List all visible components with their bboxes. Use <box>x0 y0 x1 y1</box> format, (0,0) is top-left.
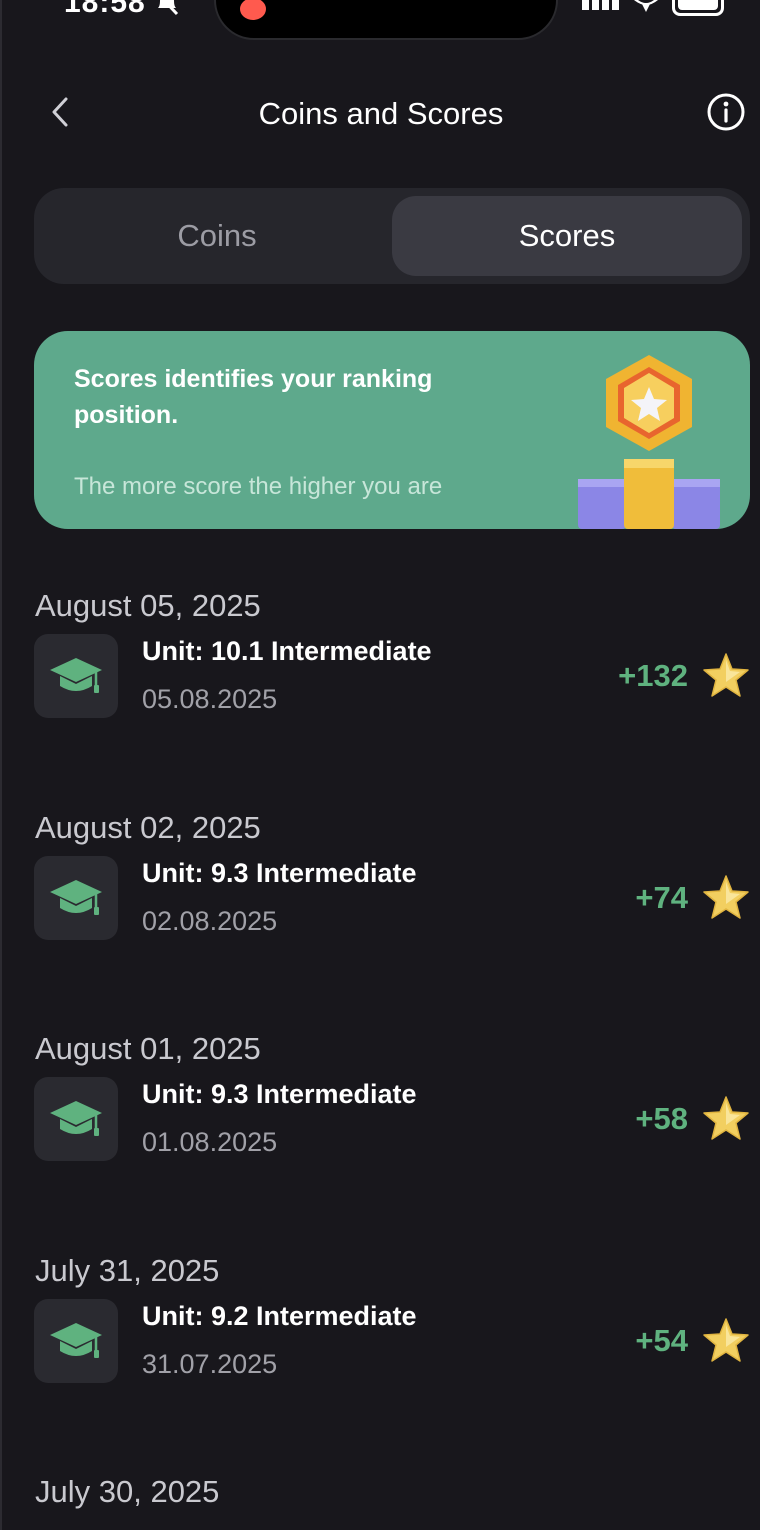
date-header: August 01, 2025 <box>35 1031 261 1066</box>
score-row[interactable]: Unit: 9.3 Intermediate 01.08.2025 +58 <box>2 1077 760 1161</box>
row-icon-box <box>34 856 118 940</box>
status-time: 18:58 <box>64 0 146 19</box>
banner-title: Scores identifies your ranking position. <box>74 365 433 429</box>
score-row[interactable]: Unit: 9.2 Intermediate 31.07.2025 +54 <box>2 1299 760 1383</box>
date-header: July 31, 2025 <box>35 1253 220 1288</box>
date-header: August 02, 2025 <box>35 810 261 845</box>
battery-icon <box>672 0 724 16</box>
info-icon[interactable] <box>706 92 746 132</box>
date-header: August 05, 2025 <box>35 588 261 623</box>
row-title: Unit: 9.3 Intermediate <box>142 1079 417 1109</box>
segmented-control: Coins Scores <box>34 188 750 284</box>
signal-icon <box>582 0 619 10</box>
row-icon-box <box>34 1077 118 1161</box>
podium-medal-illustration <box>578 355 720 529</box>
date-header: July 30, 2025 <box>35 1474 220 1509</box>
row-icon-box <box>34 1299 118 1383</box>
row-date: 01.08.2025 <box>142 1127 278 1157</box>
row-date: 05.08.2025 <box>142 684 278 714</box>
status-bar: 18:58 <box>2 0 760 40</box>
tab-scores[interactable]: Scores <box>392 196 742 276</box>
row-date: 31.07.2025 <box>142 1349 278 1379</box>
star-icon <box>703 875 749 919</box>
scores-info-banner: Scores identifies your ranking position.… <box>34 331 750 529</box>
score-value: +58 <box>635 1101 688 1136</box>
score-value: +74 <box>635 880 688 915</box>
row-title: Unit: 9.2 Intermediate <box>142 1301 417 1331</box>
score-value: +132 <box>618 658 688 693</box>
wifi-icon <box>634 0 658 12</box>
bell-muted-icon <box>158 0 179 16</box>
score-row[interactable]: Unit: 9.3 Intermediate 02.08.2025 +74 <box>2 856 760 940</box>
row-title: Unit: 9.3 Intermediate <box>142 858 417 888</box>
star-icon <box>703 1096 749 1140</box>
score-value: +54 <box>635 1323 688 1358</box>
nav-header: Coins and Scores <box>2 80 760 148</box>
screen: 18:58 Coins and Scores Coins Scores Scor… <box>0 0 760 1530</box>
star-icon <box>703 1318 749 1362</box>
dynamic-island <box>214 0 558 40</box>
tab-coins[interactable]: Coins <box>42 196 392 276</box>
banner-subtitle: The more score the higher you are <box>74 473 443 500</box>
score-row[interactable]: Unit: 10.1 Intermediate 05.08.2025 +132 <box>2 634 760 718</box>
row-icon-box <box>34 634 118 718</box>
graduation-cap-icon <box>50 658 102 693</box>
graduation-cap-icon <box>50 1323 102 1358</box>
page-title: Coins and Scores <box>258 96 504 131</box>
row-date: 02.08.2025 <box>142 906 278 936</box>
recording-indicator <box>240 0 266 20</box>
row-title: Unit: 10.1 Intermediate <box>142 636 432 666</box>
star-icon <box>703 653 749 697</box>
graduation-cap-icon <box>50 880 102 915</box>
graduation-cap-icon <box>50 1101 102 1136</box>
